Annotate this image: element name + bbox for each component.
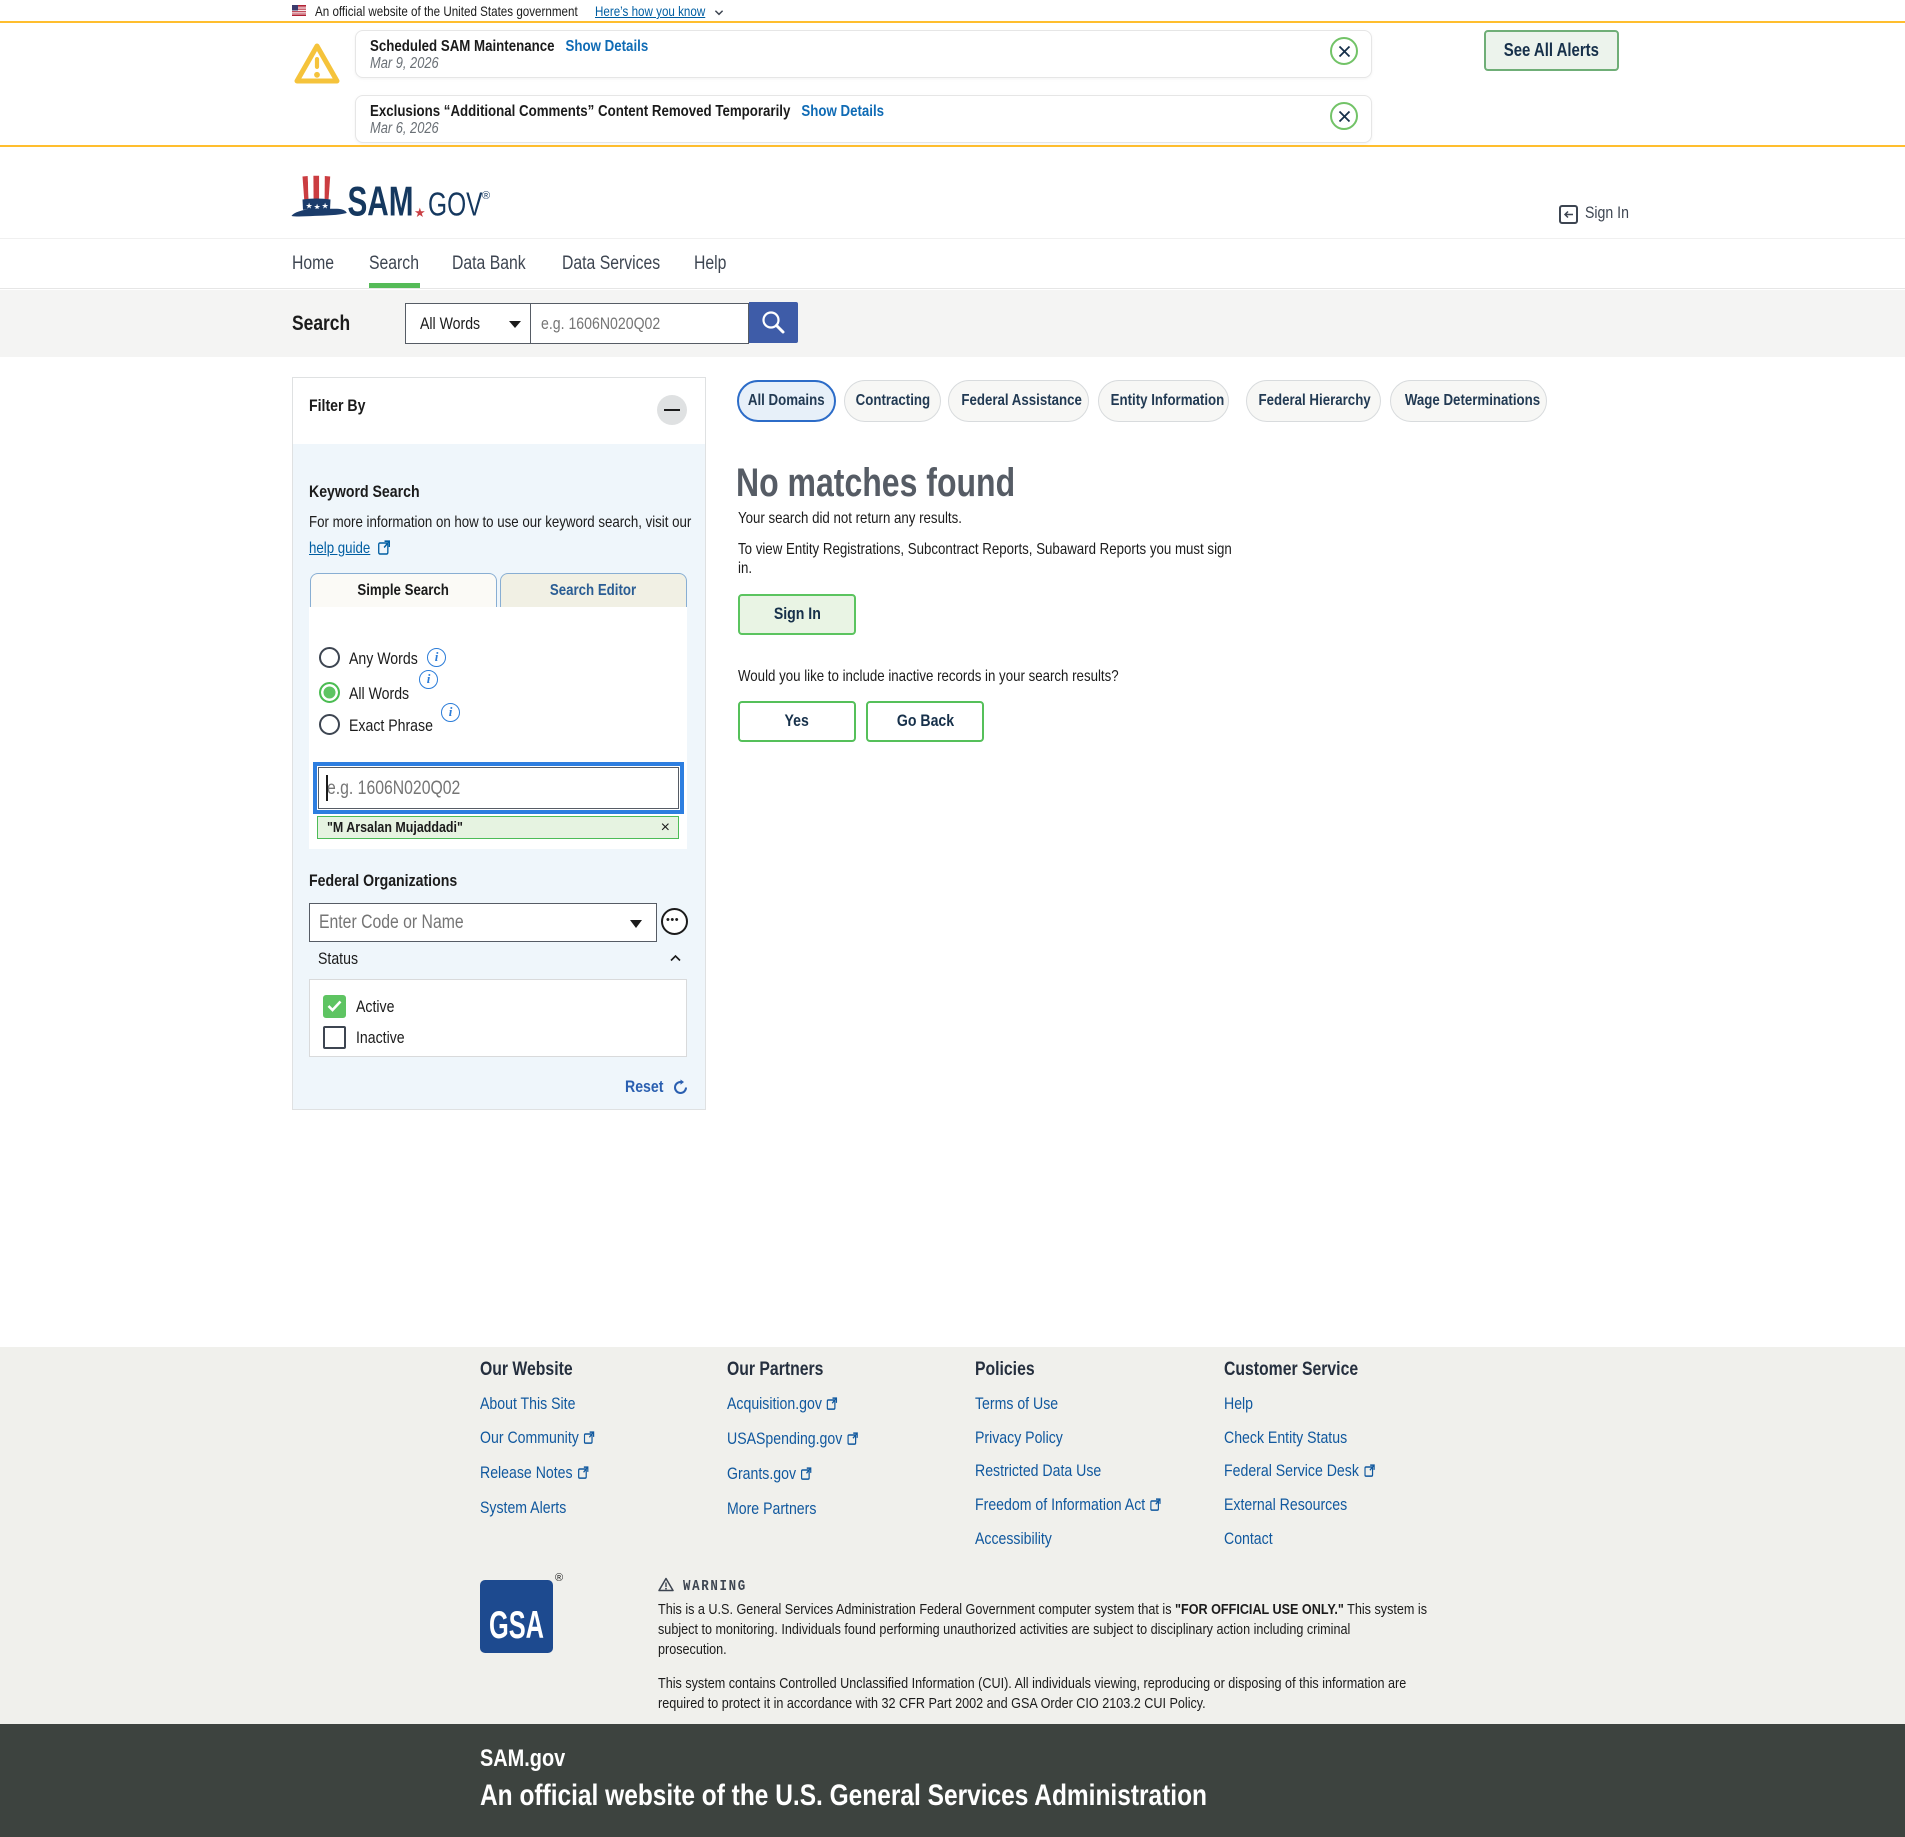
svg-text:GSA: GSA: [489, 1604, 544, 1647]
svg-text:SAM: SAM: [348, 177, 414, 224]
svg-text:®: ®: [482, 190, 490, 202]
svg-text:GOV: GOV: [428, 185, 483, 222]
svg-text:★: ★: [414, 205, 426, 220]
